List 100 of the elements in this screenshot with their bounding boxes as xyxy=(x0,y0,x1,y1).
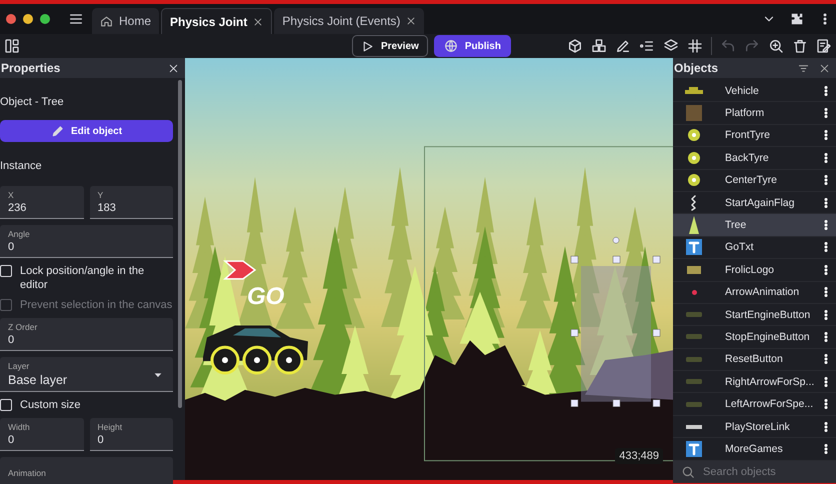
tab-label: Home xyxy=(119,14,152,28)
zoom-in-icon[interactable] xyxy=(768,38,784,54)
field-value: 0 xyxy=(98,434,104,446)
object-list-item[interactable]: RightArrowForSp... xyxy=(673,371,836,394)
input-field[interactable]: Y 183 xyxy=(90,186,173,219)
checkbox[interactable] xyxy=(0,399,12,411)
object-name: ArrowAnimation xyxy=(725,286,800,298)
panels-icon[interactable] xyxy=(4,38,20,54)
object-name: CenterTyre xyxy=(725,174,778,186)
layer-dropdown[interactable]: Layer Base layer xyxy=(0,357,173,392)
button-thumbnail-icon xyxy=(686,334,702,340)
field-label: Layer xyxy=(8,361,30,371)
object-list-item[interactable]: PlayStoreLink xyxy=(673,416,836,438)
tab[interactable]: Physics Joint xyxy=(161,8,272,34)
publish-button[interactable]: Publish xyxy=(434,35,511,57)
object-list-item[interactable]: Tree xyxy=(673,214,836,237)
tree-thumbnail-icon xyxy=(689,216,699,234)
object-list-item[interactable]: Platform xyxy=(673,102,836,125)
field-label: X xyxy=(8,190,15,200)
object-list-item[interactable]: Vehicle xyxy=(673,80,836,102)
badge-thumbnail-icon xyxy=(686,424,702,429)
cubes-icon[interactable] xyxy=(591,38,607,54)
field-label: Y xyxy=(98,190,104,200)
note-edit-icon[interactable] xyxy=(816,38,832,54)
field-label: Width xyxy=(8,422,31,432)
checkbox-label: Custom size xyxy=(20,398,81,412)
tyre-thumbnail-icon xyxy=(688,129,700,142)
button-thumbnail-icon xyxy=(686,379,702,384)
window-close-button[interactable] xyxy=(6,14,16,24)
button-thumbnail-icon xyxy=(686,402,702,407)
field-label: Angle xyxy=(8,229,31,239)
close-icon[interactable] xyxy=(406,16,416,26)
object-name: GoTxt xyxy=(725,241,755,254)
input-field[interactable]: Animation xyxy=(0,457,173,484)
checkbox[interactable] xyxy=(0,265,12,277)
globe-icon xyxy=(444,39,458,53)
window-maximize-button[interactable] xyxy=(40,14,50,24)
field-value: 0 xyxy=(8,334,14,346)
pencil-icon[interactable] xyxy=(615,38,631,54)
object-list-item[interactable]: StopEngineButton xyxy=(673,326,836,349)
object-name: Vehicle xyxy=(725,84,760,97)
square-thumbnail-icon xyxy=(686,105,702,122)
field-label: Z Order xyxy=(8,322,38,332)
grid-icon[interactable] xyxy=(687,38,703,54)
go-text: GO xyxy=(247,283,284,311)
field-label: Animation xyxy=(8,468,47,478)
checkbox-label: Prevent selection in the canvas xyxy=(20,298,172,312)
object-list-item[interactable]: CenterTyre xyxy=(673,170,836,192)
input-field[interactable]: Z Order 0 xyxy=(0,318,173,351)
edit-object-button[interactable]: Edit object xyxy=(0,120,173,142)
pencil-icon xyxy=(50,124,65,138)
window-minimize-button[interactable] xyxy=(23,14,33,24)
close-icon[interactable] xyxy=(819,62,830,74)
object-list-item[interactable]: BackTyre xyxy=(673,147,836,170)
close-icon[interactable] xyxy=(168,62,179,74)
object-name: StartEngineButton xyxy=(725,308,812,321)
close-icon[interactable] xyxy=(253,16,264,26)
panel-title: Objects xyxy=(674,61,718,75)
scrollbar[interactable] xyxy=(178,80,182,408)
object-list-item[interactable]: ResetButton xyxy=(673,348,836,372)
field-value: 0 xyxy=(8,241,14,253)
preview-button[interactable]: Preview xyxy=(352,35,428,57)
input-field[interactable]: Width 0 xyxy=(0,418,84,451)
input-field[interactable]: Height 0 xyxy=(90,418,173,451)
object-name: MoreGames xyxy=(725,442,784,455)
field-value: 0 xyxy=(8,434,14,446)
object-list-item[interactable]: GoTxt xyxy=(673,236,836,260)
object-list-item[interactable]: StartEngineButton xyxy=(673,304,836,326)
trash-icon[interactable] xyxy=(792,38,808,54)
object-name: FrolicLogo xyxy=(725,264,776,276)
input-field[interactable]: X 236 xyxy=(0,186,84,219)
object-list-item[interactable]: LeftArrowForSpe... xyxy=(673,393,836,416)
arrow-sign-icon xyxy=(223,260,256,280)
object-name: ResetButton xyxy=(725,353,784,366)
button-thumbnail-icon xyxy=(686,356,702,362)
cube-icon[interactable] xyxy=(567,38,583,54)
section-title: Instance xyxy=(0,160,43,172)
field-value: 183 xyxy=(98,202,116,214)
checkbox-label: Lock position/angle in the editor xyxy=(20,264,146,292)
selection-handles[interactable] xyxy=(570,237,660,407)
input-field[interactable]: Angle 0 xyxy=(0,225,173,258)
search-field[interactable]: Search objects xyxy=(673,460,836,483)
object-name: StopEngineButton xyxy=(725,330,811,343)
object-list-item[interactable]: FrolicLogo xyxy=(673,259,836,282)
tyre-thumbnail-icon xyxy=(688,152,700,164)
puzzle-piece-icon[interactable] xyxy=(790,12,804,26)
object-name: PlayStoreLink xyxy=(725,420,791,433)
cursor-coordinates: 433;489 xyxy=(615,448,663,464)
object-list-item[interactable]: FrontTyre xyxy=(673,124,836,148)
text-thumbnail-icon xyxy=(686,239,702,256)
tab[interactable]: Home xyxy=(92,8,160,34)
tab-label: Physics Joint xyxy=(170,14,248,28)
tab[interactable]: Physics Joint (Events) xyxy=(274,8,424,34)
object-list-item[interactable]: ArrowAnimation xyxy=(673,282,836,304)
object-name: Platform xyxy=(725,107,766,120)
filter-icon[interactable] xyxy=(798,62,809,74)
object-label: Object - Tree xyxy=(0,96,65,108)
home-icon xyxy=(100,14,113,28)
field-value: 236 xyxy=(8,202,26,214)
button-thumbnail-icon xyxy=(686,312,702,318)
